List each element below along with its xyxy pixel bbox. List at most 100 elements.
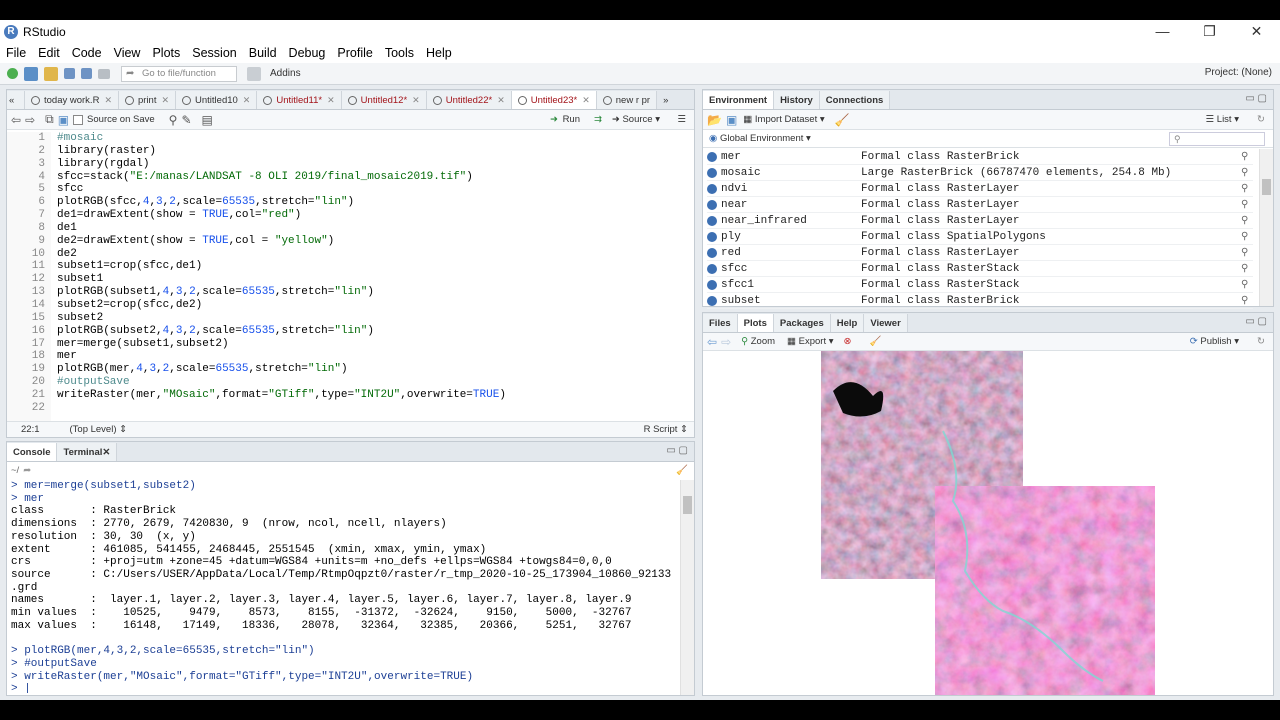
tab-history[interactable]: History bbox=[774, 91, 820, 109]
tab-environment[interactable]: Environment bbox=[703, 91, 775, 109]
next-plot-icon[interactable]: ⇨ bbox=[721, 335, 731, 349]
view-object-icon[interactable]: ⚲ bbox=[1241, 231, 1253, 243]
addins-menu[interactable]: Addins bbox=[270, 68, 301, 79]
close-window-button[interactable]: ✕ bbox=[1233, 20, 1280, 43]
environment-row[interactable]: mosaic Large RasterBrick (66787470 elemen… bbox=[707, 165, 1253, 181]
environment-row[interactable]: ply Formal class SpatialPolygons ⚲ bbox=[707, 229, 1253, 245]
object-type-icon[interactable] bbox=[707, 295, 717, 306]
save-icon[interactable] bbox=[64, 68, 75, 79]
console-scrollbar[interactable] bbox=[680, 480, 694, 695]
code-area[interactable]: #mosaic library(raster) library(rgdal) sfcc… bbox=[57, 132, 506, 415]
source-on-save-checkbox[interactable] bbox=[73, 114, 84, 125]
code-line[interactable]: de2 bbox=[57, 248, 506, 261]
tab-overflow-icon[interactable]: » bbox=[657, 91, 674, 109]
environment-row[interactable]: near Formal class RasterLayer ⚲ bbox=[707, 197, 1253, 213]
code-line[interactable]: de2=drawExtent(show = TRUE,col = "yellow… bbox=[57, 235, 506, 248]
path-arrow-icon[interactable]: ➦ bbox=[23, 465, 31, 476]
code-line[interactable]: sfcc bbox=[57, 183, 506, 196]
tab-help[interactable]: Help bbox=[830, 314, 865, 332]
filetype-selector[interactable]: R Script ⇕ bbox=[644, 424, 688, 435]
editor-tab[interactable]: today work.R ✕ bbox=[25, 91, 119, 109]
view-object-icon[interactable]: ⚲ bbox=[1241, 247, 1253, 259]
view-object-icon[interactable]: ⚲ bbox=[1241, 183, 1253, 195]
menu-view[interactable]: View bbox=[114, 46, 141, 60]
editor-tab-active[interactable]: Untitled23* ✕ bbox=[511, 91, 597, 109]
code-line[interactable]: #mosaic bbox=[57, 132, 506, 145]
scrollbar-thumb[interactable] bbox=[683, 496, 692, 514]
wand-icon[interactable]: ✎ bbox=[181, 113, 191, 127]
environment-row[interactable]: subset Formal class RasterBrick ⚲ bbox=[707, 293, 1253, 309]
environment-row[interactable]: near_infrared Formal class RasterLayer ⚲ bbox=[707, 213, 1253, 229]
save-workspace-icon[interactable]: ▣ bbox=[726, 113, 737, 127]
editor-tab[interactable]: print ✕ bbox=[118, 91, 177, 109]
menu-profile[interactable]: Profile bbox=[337, 46, 372, 60]
open-file-icon[interactable] bbox=[44, 66, 58, 81]
object-type-icon[interactable] bbox=[707, 279, 717, 290]
code-line[interactable]: de1 bbox=[57, 222, 506, 235]
code-line[interactable]: #outputSave bbox=[57, 376, 506, 389]
view-object-icon[interactable]: ⚲ bbox=[1241, 199, 1253, 211]
grid-icon[interactable] bbox=[247, 66, 261, 81]
clear-plots-icon[interactable]: 🧹 bbox=[870, 336, 882, 347]
code-line[interactable]: plotRGB(sfcc,4,3,2,scale=65535,stretch="… bbox=[57, 196, 506, 209]
export-button[interactable]: ▦ Export ▾ bbox=[787, 336, 834, 347]
editor-tab[interactable]: Untitled22* ✕ bbox=[426, 91, 512, 109]
view-object-icon[interactable]: ⚲ bbox=[1241, 151, 1253, 163]
list-view-selector[interactable]: ☰ List ▾ bbox=[1206, 114, 1239, 125]
scope-selector[interactable]: (Top Level) ⇕ bbox=[70, 424, 128, 435]
code-line[interactable] bbox=[57, 402, 506, 415]
menu-plots[interactable]: Plots bbox=[152, 46, 180, 60]
menu-session[interactable]: Session bbox=[192, 46, 236, 60]
environment-row[interactable]: red Formal class RasterLayer ⚲ bbox=[707, 245, 1253, 261]
minimize-button[interactable]: — bbox=[1139, 20, 1186, 43]
load-workspace-icon[interactable]: 📂 bbox=[707, 113, 722, 127]
object-type-icon[interactable] bbox=[707, 151, 717, 162]
remove-plot-icon[interactable]: ⊗ bbox=[844, 336, 852, 347]
code-line[interactable]: plotRGB(subset1,4,3,2,scale=65535,stretc… bbox=[57, 286, 506, 299]
clear-workspace-icon[interactable]: 🧹 bbox=[835, 113, 850, 127]
source-button[interactable]: ➜ Source ▾ bbox=[612, 114, 660, 125]
object-type-icon[interactable] bbox=[707, 231, 717, 242]
menu-help[interactable]: Help bbox=[426, 46, 452, 60]
refresh-plot-icon[interactable]: ↻ bbox=[1257, 336, 1265, 347]
pane-maximize-icon[interactable]: ▭ ▢ bbox=[1245, 316, 1267, 327]
code-line[interactable]: subset2=crop(sfcc,de2) bbox=[57, 299, 506, 312]
menu-file[interactable]: File bbox=[6, 46, 26, 60]
object-type-icon[interactable] bbox=[707, 199, 717, 210]
scrollbar-thumb[interactable] bbox=[1262, 179, 1271, 195]
menu-edit[interactable]: Edit bbox=[38, 46, 60, 60]
tab-viewer[interactable]: Viewer bbox=[864, 314, 908, 332]
object-type-icon[interactable] bbox=[707, 247, 717, 258]
show-in-window-icon[interactable]: ⧉ bbox=[45, 112, 54, 127]
tab-terminal[interactable]: Terminal ✕ bbox=[57, 443, 118, 461]
object-type-icon[interactable] bbox=[707, 263, 717, 274]
menu-debug[interactable]: Debug bbox=[289, 46, 326, 60]
object-type-icon[interactable] bbox=[707, 183, 717, 194]
new-file-icon[interactable] bbox=[7, 68, 18, 79]
code-line[interactable]: library(rgdal) bbox=[57, 158, 506, 171]
run-button[interactable]: Run bbox=[563, 114, 580, 125]
search-icon[interactable]: ⚲ bbox=[169, 113, 178, 127]
editor-tab[interactable]: Untitled12* ✕ bbox=[341, 91, 427, 109]
new-project-icon[interactable] bbox=[24, 66, 38, 81]
forward-arrow-icon[interactable]: ⇨ bbox=[25, 113, 35, 127]
tab-packages[interactable]: Packages bbox=[773, 314, 831, 332]
code-line[interactable]: writeRaster(mer,"MOsaic",format="GTiff",… bbox=[57, 389, 506, 402]
view-object-icon[interactable]: ⚲ bbox=[1241, 279, 1253, 291]
code-line[interactable]: sfcc=stack("E:/manas/LANDSAT -8 OLI 2019… bbox=[57, 171, 506, 184]
clear-console-icon[interactable]: 🧹 bbox=[676, 465, 688, 476]
tab-scroll-left[interactable]: « bbox=[7, 91, 25, 109]
refresh-icon[interactable]: ↻ bbox=[1257, 114, 1265, 125]
compile-report-icon[interactable]: ▤ bbox=[202, 113, 213, 127]
environment-row[interactable]: sfcc Formal class RasterStack ⚲ bbox=[707, 261, 1253, 277]
code-line[interactable]: subset1 bbox=[57, 273, 506, 286]
tab-connections[interactable]: Connections bbox=[819, 91, 891, 109]
environment-scrollbar[interactable] bbox=[1259, 149, 1273, 306]
tab-plots[interactable]: Plots bbox=[737, 314, 774, 332]
rerun-icon[interactable]: ⇉ bbox=[594, 114, 602, 125]
view-object-icon[interactable]: ⚲ bbox=[1241, 263, 1253, 275]
back-arrow-icon[interactable]: ⇦ bbox=[11, 113, 21, 127]
environment-row[interactable]: sfcc1 Formal class RasterStack ⚲ bbox=[707, 277, 1253, 293]
publish-button[interactable]: ⟳ Publish ▾ bbox=[1190, 336, 1239, 347]
restore-button[interactable]: ❐ bbox=[1186, 20, 1233, 43]
